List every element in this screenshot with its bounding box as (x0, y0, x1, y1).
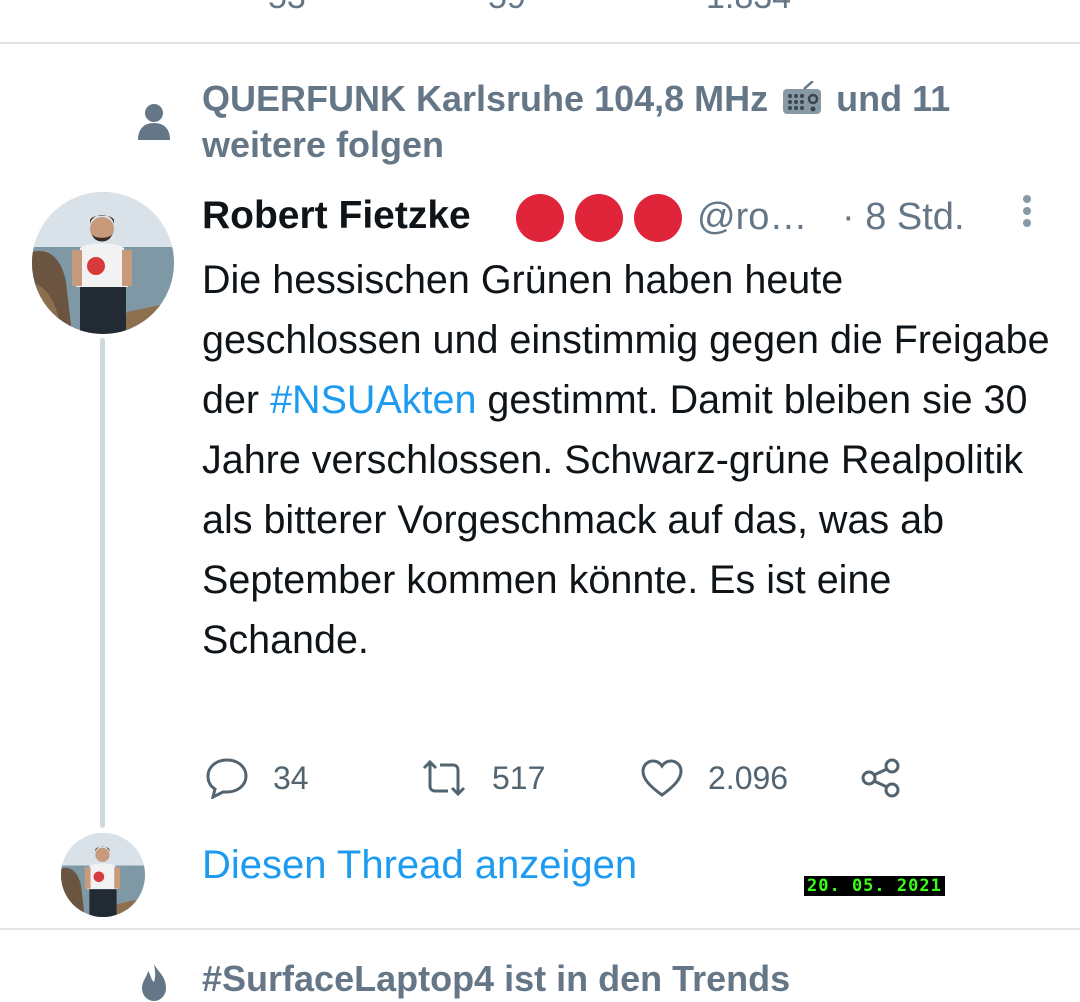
author-handle[interactable]: @ro… (697, 196, 807, 239)
hashtag-link[interactable]: #NSUAkten (270, 378, 476, 422)
red-circles-emoji (516, 194, 682, 242)
tweet-timestamp[interactable]: · 8 Std. (842, 196, 965, 239)
social-context[interactable]: QUERFUNK Karlsruhe 104,8 MHz und 11 weit… (202, 76, 1022, 168)
retweet-button[interactable]: 517 (420, 755, 545, 801)
person-icon (138, 104, 170, 140)
share-icon (861, 758, 900, 798)
radio-emoji-icon (783, 81, 822, 114)
thread-avatar-photo (61, 833, 145, 917)
like-count: 2.096 (708, 759, 789, 796)
author-avatar[interactable] (32, 192, 174, 334)
retweet-icon (422, 759, 466, 797)
heart-icon (641, 759, 683, 797)
prev-reply-count: 53 (268, 0, 306, 17)
retweet-icon[interactable] (425, 0, 469, 8)
tweet-text: Die hessischen Grünen haben heute geschl… (202, 250, 1062, 670)
prev-retweet-count: 59 (488, 0, 526, 17)
show-thread-link[interactable]: Diesen Thread anzeigen (202, 843, 637, 888)
reply-button[interactable]: 34 (205, 755, 309, 801)
social-context-account: QUERFUNK Karlsruhe 104,8 MHz (202, 78, 769, 119)
avatar-photo (32, 192, 174, 334)
photo-datestamp: 20. 05. 2021 (804, 876, 945, 896)
trend-label[interactable]: #SurfaceLaptop4 ist in den Trends (202, 958, 790, 1000)
flame-icon (142, 964, 166, 1001)
author-name[interactable]: Robert Fietzke (202, 194, 471, 238)
retweet-count: 517 (492, 759, 546, 796)
thread-avatar[interactable] (61, 833, 145, 917)
more-options-icon[interactable] (1012, 193, 1042, 233)
divider-bottom (0, 928, 1080, 930)
like-icon[interactable] (643, 0, 683, 8)
reply-count: 34 (273, 759, 309, 796)
divider-top (0, 42, 1080, 44)
reply-icon (206, 758, 248, 799)
share-button[interactable] (860, 755, 902, 801)
thread-connector-line (100, 338, 105, 828)
share-icon[interactable] (877, 0, 907, 8)
like-button[interactable]: 2.096 (640, 755, 788, 801)
prev-like-count: 1.834 (706, 0, 791, 17)
reply-icon[interactable] (205, 0, 245, 8)
